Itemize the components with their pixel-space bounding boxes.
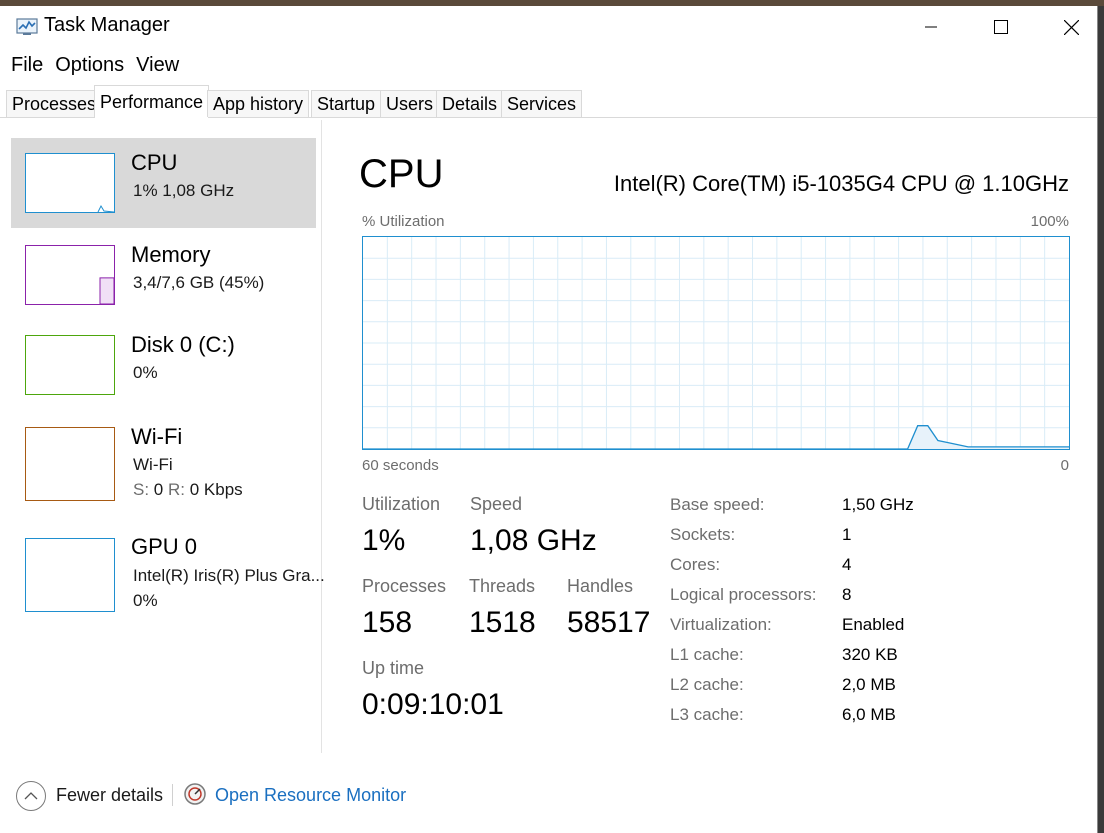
spec-label: L3 cache: <box>670 705 744 724</box>
spec-label: Sockets: <box>670 525 736 544</box>
sidebar-item-detail-2: 0% <box>133 591 158 610</box>
sidebar-item-gpu[interactable]: GPU 0 Intel(R) Iris(R) Plus Gra... 0% <box>11 518 325 612</box>
sidebar-item-detail: 1% 1,08 GHz <box>133 181 235 200</box>
spec-value: Enabled <box>842 615 905 634</box>
spec-value: 4 <box>842 555 852 574</box>
spec-label: L1 cache: <box>670 645 744 664</box>
sidebar-item-cpu[interactable]: CPU 1% 1,08 GHz <box>11 138 316 228</box>
spec-value: 2,0 MB <box>842 675 896 694</box>
menu-file[interactable]: File <box>0 50 49 80</box>
gpu-thumbnail-graph <box>25 538 115 612</box>
sidebar-item-label: CPU <box>131 150 178 175</box>
receive-label: R: <box>168 480 185 499</box>
threads-label: Threads <box>469 576 536 596</box>
sidebar-item-detail: Wi-Fi <box>133 455 173 474</box>
maximize-button[interactable] <box>966 6 1036 48</box>
window-title: Task Manager <box>44 14 170 36</box>
handles-label: Handles <box>567 576 634 596</box>
sidebar-item-label: Disk 0 (C:) <box>131 332 235 357</box>
close-icon <box>1063 19 1079 35</box>
send-label: S: <box>133 480 150 499</box>
wifi-throughput: S: 0 R: 0 Kbps <box>133 480 243 500</box>
tab-details[interactable]: Details <box>436 90 504 117</box>
graph-y-max: 100% <box>1030 213 1069 230</box>
tab-app-history[interactable]: App history <box>207 90 310 117</box>
sidebar-item-disk[interactable]: Disk 0 (C:) 0% <box>11 320 316 410</box>
handles-value: 58517 <box>567 606 651 639</box>
graph-x-label: 60 seconds <box>362 457 439 474</box>
menu-view[interactable]: View <box>130 50 185 80</box>
menu-bar: File Options View <box>0 50 185 80</box>
sidebar-item-label: Memory <box>131 242 211 267</box>
tab-users[interactable]: Users <box>380 90 440 117</box>
spec-value: 8 <box>842 585 852 604</box>
utilization-value: 1% <box>362 524 406 557</box>
menu-options[interactable]: Options <box>49 50 130 80</box>
minimize-button[interactable] <box>896 6 966 48</box>
cpu-utilization-chart <box>363 237 1069 450</box>
fewer-details-button[interactable] <box>16 781 46 811</box>
receive-value: 0 Kbps <box>189 480 243 499</box>
resource-sidebar: CPU 1% 1,08 GHz Memory 3,4/7,6 GB (45%) … <box>0 120 325 753</box>
resource-monitor-icon[interactable] <box>183 782 207 806</box>
cpu-utilization-graph <box>362 236 1070 450</box>
processes-value: 158 <box>362 606 413 639</box>
spec-value: 1 <box>842 525 852 544</box>
spec-label: L2 cache: <box>670 675 744 694</box>
sidebar-item-label: GPU 0 <box>131 534 198 559</box>
speed-value: 1,08 GHz <box>470 524 597 557</box>
uptime-label: Up time <box>362 658 425 678</box>
minimize-icon <box>925 26 937 28</box>
spec-value: 320 KB <box>842 645 898 664</box>
maximize-icon <box>994 20 1008 34</box>
tab-bar: Processes Performance App history Startu… <box>0 82 1097 118</box>
fewer-details-label[interactable]: Fewer details <box>56 785 163 806</box>
spec-label: Logical processors: <box>670 585 817 604</box>
open-resource-monitor-link[interactable]: Open Resource Monitor <box>215 785 406 806</box>
tab-processes[interactable]: Processes <box>6 90 103 117</box>
sidebar-item-detail: 3,4/7,6 GB (45%) <box>133 273 265 292</box>
spec-label: Cores: <box>670 555 721 574</box>
speed-label: Speed <box>470 494 523 514</box>
sidebar-item-detail: 0% <box>133 363 158 382</box>
graph-x-min: 0 <box>1060 457 1069 474</box>
processes-label: Processes <box>362 576 447 596</box>
sidebar-item-wifi[interactable]: Wi-Fi Wi-Fi S: 0 R: 0 Kbps <box>11 412 316 502</box>
tab-performance[interactable]: Performance <box>94 85 210 118</box>
tab-startup[interactable]: Startup <box>311 90 382 117</box>
cpu-utilization-line <box>363 425 1069 450</box>
spec-label: Virtualization: <box>670 615 772 634</box>
utilization-label: Utilization <box>362 494 441 514</box>
memory-thumbnail-graph <box>25 245 115 305</box>
chevron-up-icon <box>24 792 38 800</box>
title-bar[interactable]: Task Manager <box>0 6 1097 50</box>
spec-value: 1,50 GHz <box>842 495 914 514</box>
spec-value: 6,0 MB <box>842 705 896 724</box>
graph-y-label: % Utilization <box>362 213 445 230</box>
cpu-thumbnail-graph <box>25 153 115 213</box>
send-value: 0 <box>153 480 164 499</box>
wifi-thumbnail-graph <box>25 427 115 501</box>
cpu-model-name: Intel(R) Core(TM) i5-1035G4 CPU @ 1.10GH… <box>613 171 1069 196</box>
tab-services[interactable]: Services <box>501 90 583 117</box>
task-manager-icon <box>16 18 38 35</box>
task-manager-window: Task Manager File Options View Processes… <box>0 6 1098 833</box>
spec-label: Base speed: <box>670 495 765 514</box>
sidebar-item-memory[interactable]: Memory 3,4/7,6 GB (45%) <box>11 230 316 320</box>
sidebar-item-detail: Intel(R) Iris(R) Plus Gra... <box>133 566 325 585</box>
uptime-value: 0:09:10:01 <box>362 688 504 721</box>
close-button[interactable] <box>1036 6 1104 48</box>
disk-thumbnail-graph <box>25 335 115 395</box>
page-title: CPU <box>359 152 444 196</box>
footer-divider <box>172 784 173 806</box>
footer-bar: Fewer details Open Resource Monitor <box>0 776 1097 816</box>
sidebar-item-label: Wi-Fi <box>131 424 183 449</box>
threads-value: 1518 <box>469 606 536 639</box>
